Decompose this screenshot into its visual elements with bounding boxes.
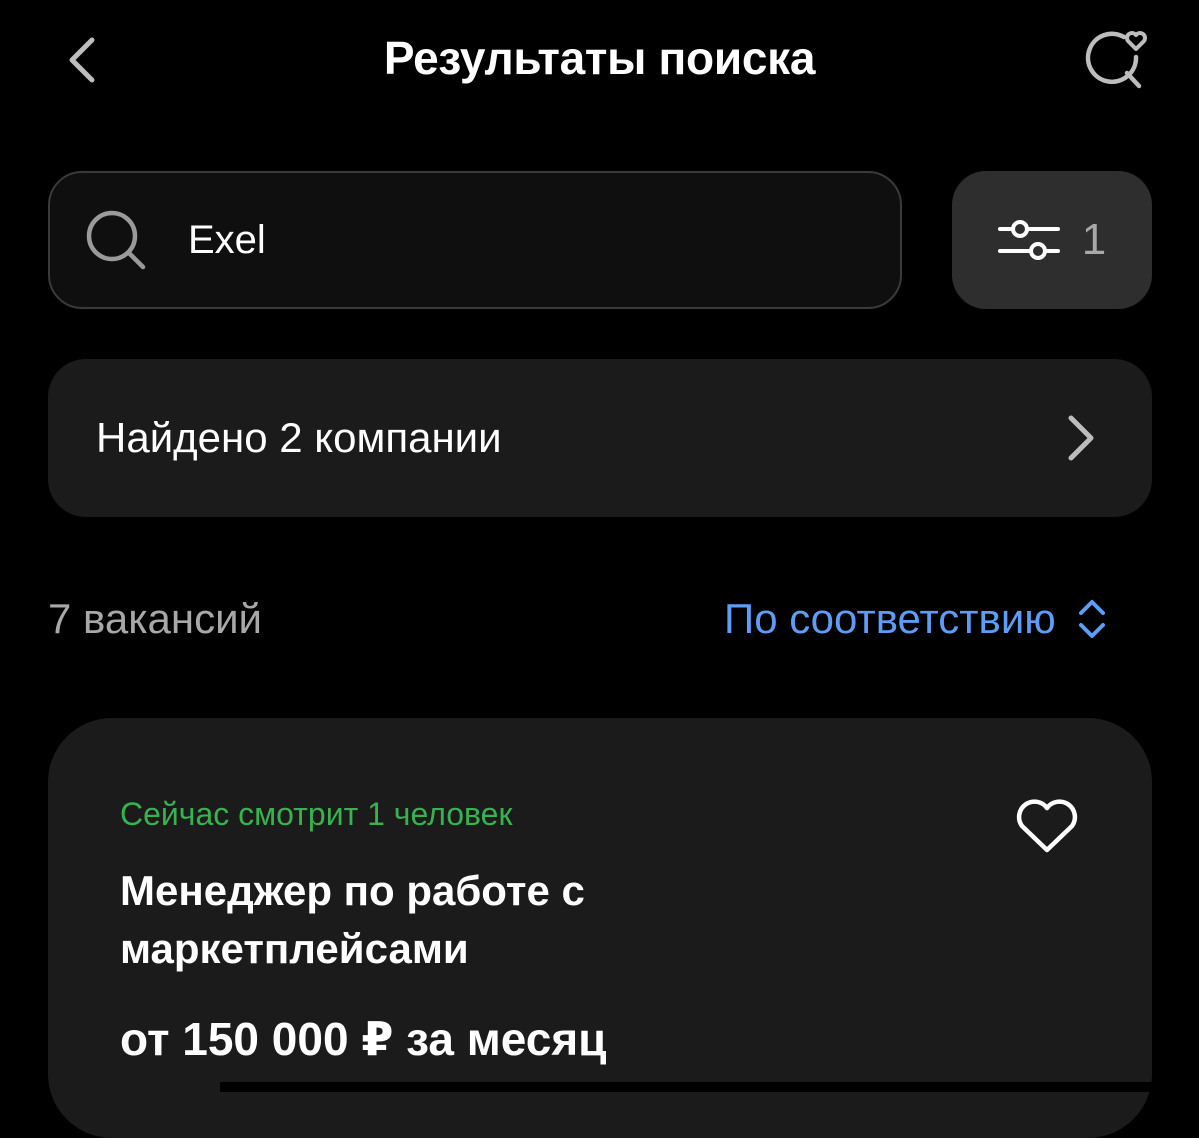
chevron-right-icon xyxy=(1060,408,1100,468)
favorite-button[interactable] xyxy=(1010,794,1084,858)
card-divider xyxy=(220,1082,1152,1092)
sliders-icon xyxy=(997,220,1060,260)
vacancy-salary: от 150 000 ₽ за месяц xyxy=(120,1013,607,1065)
sort-updown-icon xyxy=(1074,596,1110,642)
saved-search-button[interactable] xyxy=(1080,24,1154,94)
search-field[interactable] xyxy=(48,171,902,309)
viewers-status: Сейчас смотрит 1 человек xyxy=(120,796,513,832)
heart-icon xyxy=(1016,799,1078,853)
vacancy-count: 7 вакансий xyxy=(48,595,262,642)
sort-button[interactable]: По соответствию xyxy=(724,594,1110,644)
companies-found-card[interactable]: Найдено 2 компании xyxy=(48,359,1152,517)
page-title: Результаты поиска xyxy=(383,32,816,84)
filter-count-badge: 1 xyxy=(1081,215,1107,264)
search-icon xyxy=(84,208,148,272)
search-heart-icon xyxy=(1085,31,1147,89)
companies-found-label: Найдено 2 компании xyxy=(96,414,502,461)
search-input[interactable] xyxy=(186,216,830,264)
filter-button[interactable]: 1 xyxy=(952,171,1152,309)
vacancy-title[interactable]: Менеджер по работе с маркетплейсами xyxy=(120,862,940,978)
sort-label: По соответствию xyxy=(724,595,1056,642)
